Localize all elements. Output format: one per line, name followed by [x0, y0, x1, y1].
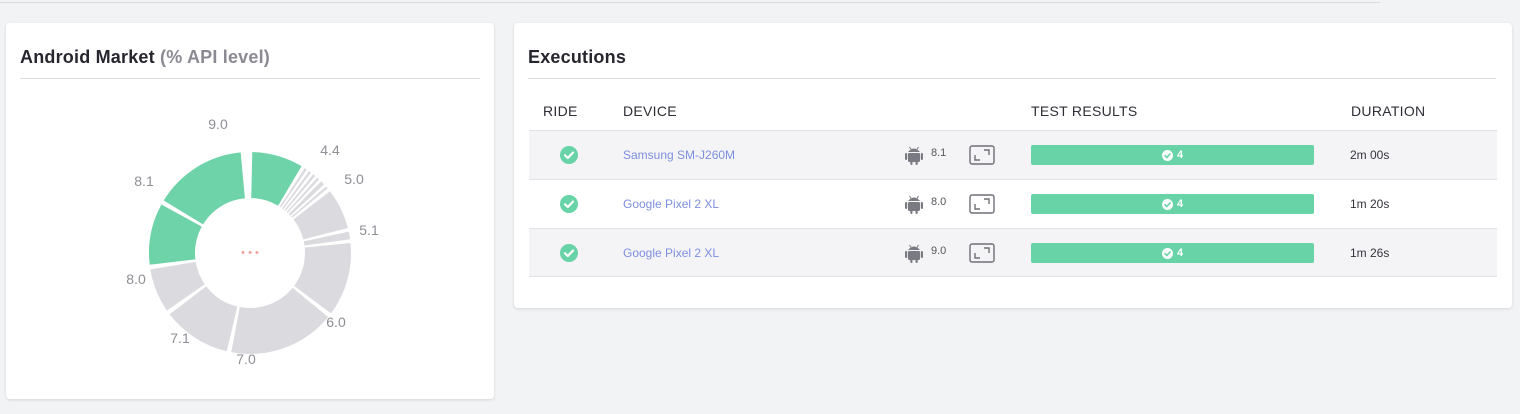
check-circle-icon: [1161, 198, 1173, 210]
table-row[interactable]: Google Pixel 2 XL 9.0 4 1m 26s: [529, 228, 1497, 277]
slice-label: 7.1: [170, 330, 190, 346]
top-divider: [0, 0, 1380, 3]
duration-value: 1m 20s: [1350, 197, 1390, 211]
passed-count: 4: [1176, 149, 1184, 161]
donut-slice[interactable]: [251, 152, 302, 206]
executions-title: Executions: [528, 47, 627, 67]
passed-count: 4: [1176, 198, 1184, 210]
check-circle-icon: [1161, 149, 1173, 161]
donut-center-text: • • •: [241, 247, 259, 259]
android-icon: [905, 244, 923, 263]
table-row[interactable]: Samsung SM-J260M 8.1 4 2m 00s: [529, 130, 1497, 179]
column-header-duration: DURATION: [1351, 103, 1426, 119]
os-version: 8.0: [931, 196, 947, 208]
column-header-ride: RIDE: [543, 103, 578, 119]
slice-label: 8.1: [134, 173, 154, 189]
slice-label: 6.0: [326, 314, 346, 330]
executions-card: Executions RIDE DEVICE TEST RESULTS DURA…: [514, 23, 1512, 308]
os-version: 8.1: [931, 147, 947, 159]
duration-value: 1m 26s: [1350, 246, 1390, 260]
check-circle-icon: [560, 146, 578, 164]
android-icon: [905, 146, 923, 165]
expand-icon[interactable]: [969, 194, 995, 214]
android-icon: [905, 195, 923, 214]
slice-label: 9.0: [208, 116, 228, 132]
test-results-bar[interactable]: 4: [1031, 145, 1314, 165]
expand-icon[interactable]: [969, 145, 995, 165]
duration-value: 2m 00s: [1350, 148, 1390, 162]
device-link[interactable]: Samsung SM-J260M: [623, 148, 735, 162]
donut-slice[interactable]: [293, 191, 348, 240]
table-row[interactable]: Google Pixel 2 XL 8.0 4 1m 20s: [529, 179, 1497, 228]
slice-label: 8.0: [126, 271, 146, 287]
check-circle-icon: [560, 195, 578, 213]
column-header-device: DEVICE: [623, 103, 677, 119]
column-header-test-results: TEST RESULTS: [1031, 103, 1138, 119]
test-results-bar[interactable]: 4: [1031, 243, 1314, 263]
expand-icon[interactable]: [969, 243, 995, 263]
api-level-donut-chart: 9.0 4.45.0 5.1 6.0 7.0 7.1 8.0 8.1 • • •: [126, 116, 379, 367]
android-market-card: Android Market (% API level) 9.0 4.4 5.0 5.…: [6, 23, 494, 399]
device-link[interactable]: Google Pixel 2 XL: [623, 246, 719, 260]
slice-label: 5.1: [359, 222, 379, 238]
title-divider: [528, 78, 1496, 79]
slice-label: 7.0: [236, 351, 256, 367]
check-circle-icon: [1161, 247, 1173, 259]
passed-count: 4: [1176, 247, 1184, 259]
slice-label: 5.0: [344, 171, 364, 187]
os-version: 9.0: [931, 245, 947, 257]
check-circle-icon: [560, 244, 578, 262]
device-link[interactable]: Google Pixel 2 XL: [623, 197, 719, 211]
slice-label: 4.4: [320, 142, 340, 158]
test-results-bar[interactable]: 4: [1031, 194, 1314, 214]
